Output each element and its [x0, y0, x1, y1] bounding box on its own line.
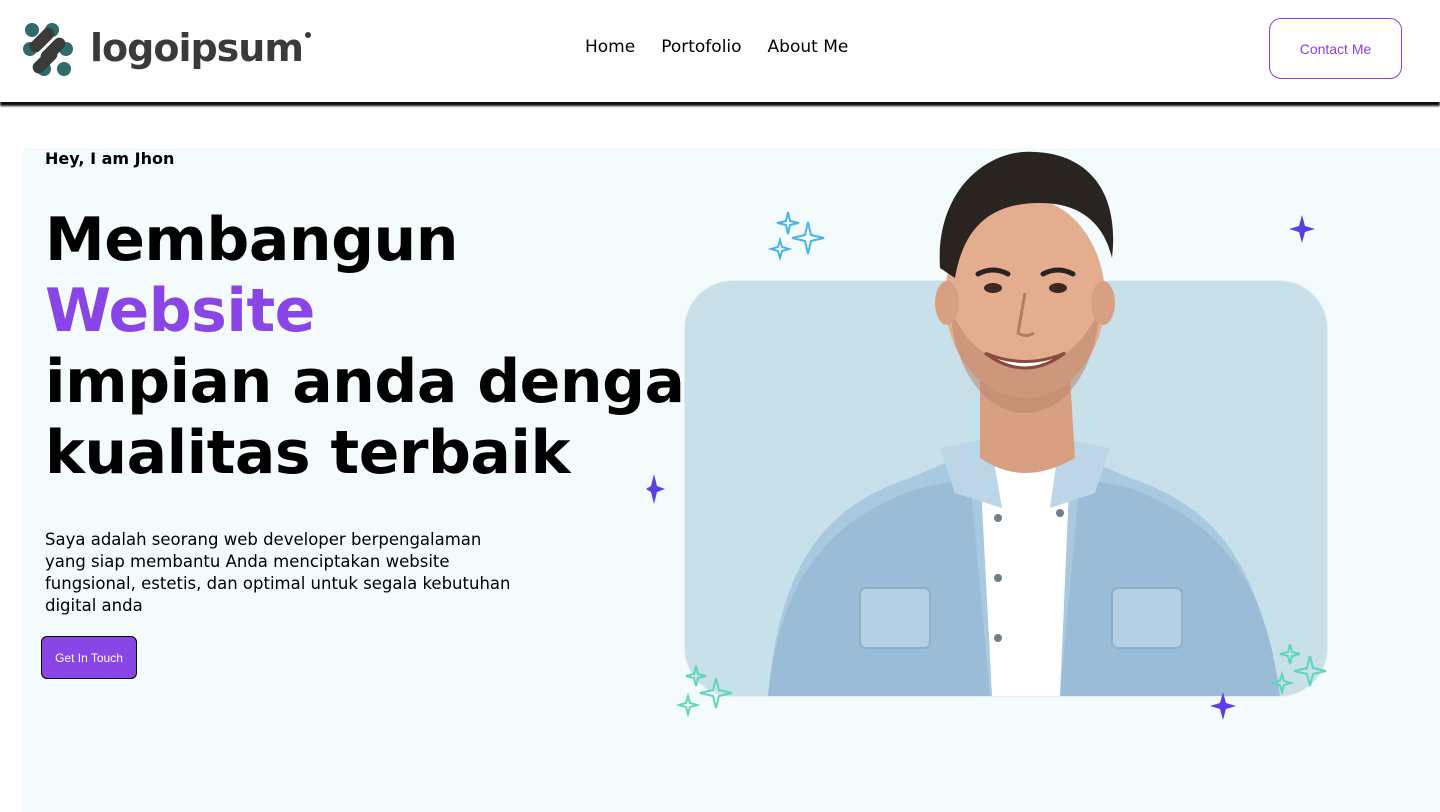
- nav-link-home[interactable]: Home: [585, 37, 635, 57]
- site-header: logoipsum Home Portofolio About Me Conta…: [0, 0, 1440, 102]
- logo-text: logoipsum: [90, 26, 304, 70]
- logo-dot: [304, 32, 311, 38]
- hero-headline: Membangun Website impian anda dengan kua…: [45, 205, 727, 489]
- sparkle-icon: [768, 211, 825, 262]
- nav-link-portofolio[interactable]: Portofolio: [661, 37, 741, 57]
- sparkle-icon: [646, 474, 665, 504]
- get-in-touch-button[interactable]: Get In Touch: [41, 636, 137, 679]
- logo[interactable]: logoipsum: [22, 22, 311, 78]
- headline-line-4: kualitas terbaik: [45, 418, 570, 488]
- headline-line-1: Membangun: [45, 205, 458, 275]
- sparkle-icon: [1289, 215, 1315, 243]
- nav-link-about-me[interactable]: About Me: [768, 37, 849, 57]
- hero-description: Saya adalah seorang web developer berpen…: [45, 530, 511, 615]
- contact-me-button[interactable]: Contact Me: [1269, 18, 1402, 79]
- greeting-text: Hey, I am Jhon: [45, 149, 175, 168]
- logo-mark-icon: [23, 23, 73, 76]
- sparkle-icon: [1210, 692, 1236, 720]
- headline-line-3: impian anda dengan: [45, 347, 727, 417]
- headline-accent: Website: [45, 276, 315, 346]
- main-nav: Home Portofolio About Me: [585, 37, 848, 57]
- sparkle-icon: [676, 665, 733, 718]
- sparkle-icon: [1269, 643, 1327, 696]
